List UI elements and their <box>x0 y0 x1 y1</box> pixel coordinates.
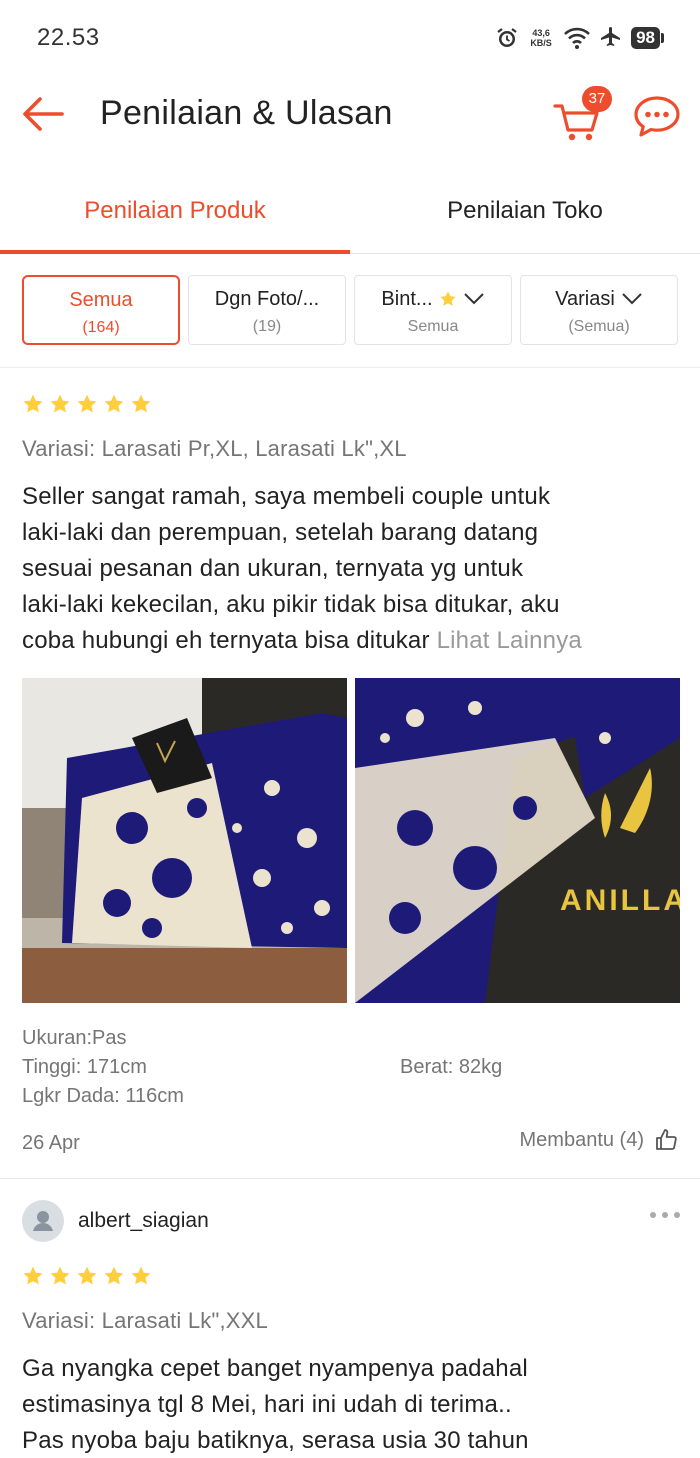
review-1-text-line: coba hubungi eh ternyata bisa ditukar <box>22 627 430 654</box>
review-1-text-line: Seller sangat ramah, saya membeli couple… <box>22 483 551 510</box>
star-icon <box>50 1266 70 1285</box>
chevron-down-icon <box>463 293 484 305</box>
net-speed: 43,6 KB/S <box>527 28 555 48</box>
star-icon <box>77 394 97 413</box>
filter-stars-label: Bint... <box>381 287 433 310</box>
review-1-text-line: laki-laki kekecilan, aku pikir tidak bis… <box>22 591 560 618</box>
review-1-chest: Lgkr Dada: 116cm <box>22 1085 184 1107</box>
batik-shirt-photo <box>22 678 347 1003</box>
tab-product-rating[interactable]: Penilaian Produk <box>0 168 350 254</box>
filter-with-photo-label: Dgn Foto/... <box>214 287 320 310</box>
review-1-photo-2[interactable]: ANILLA <box>355 678 680 1003</box>
star-icon <box>77 1266 97 1285</box>
cart-button[interactable]: 37 <box>552 86 612 146</box>
back-arrow-icon <box>23 97 64 131</box>
thumbs-up-icon <box>656 1129 677 1150</box>
review-2-variation: Variasi: Larasati Lk",XXL <box>22 1308 268 1333</box>
review-2-text-line: Pas nyoba baju batiknya, serasa usia 30 … <box>22 1427 529 1454</box>
filter-variation[interactable]: Variasi (Semua) <box>520 275 678 345</box>
review-2-text-line: estimasinya tgl 8 Mei, hari ini udah di … <box>22 1391 512 1418</box>
star-icon <box>439 291 456 306</box>
wifi-icon <box>563 26 591 50</box>
chat-icon <box>634 96 680 137</box>
net-speed-unit: KB/S <box>530 38 552 48</box>
review-1-text-line: sesuai pesanan dan ukuran, ternyata yg u… <box>22 555 524 582</box>
battery-indicator: 98 <box>631 27 664 49</box>
star-icon <box>23 394 43 413</box>
review-1-date: 26 Apr <box>22 1132 80 1154</box>
helpful-button[interactable]: Membantu (4) <box>520 1128 679 1152</box>
page-title: Penilaian & Ulasan <box>100 94 393 132</box>
batik-fabric-photo: ANILLA <box>355 678 680 1003</box>
review-2-text: Ga nyangka cepet banget nyampenya padaha… <box>22 1351 682 1458</box>
filter-with-photo-count: (19) <box>252 318 282 335</box>
more-icon <box>650 1212 680 1218</box>
back-button[interactable] <box>18 92 68 136</box>
star-icon <box>50 394 70 413</box>
filter-variation-value: (Semua) <box>568 318 630 335</box>
review-1-height: Tinggi: 171cm <box>22 1056 147 1078</box>
filter-stars[interactable]: Bint... Semua <box>354 275 512 345</box>
filter-all-count: (164) <box>82 319 120 336</box>
chat-button[interactable] <box>632 94 682 140</box>
review-1-photo-1[interactable] <box>22 678 347 1003</box>
tab-shop-rating[interactable]: Penilaian Toko <box>350 168 700 254</box>
rating-tabs: Penilaian Produk Penilaian Toko <box>0 168 700 254</box>
review-2-more-button[interactable] <box>648 1208 682 1222</box>
review-1-size-fit: Ukuran:Pas <box>22 1027 127 1049</box>
filter-variation-label: Variasi <box>555 287 615 310</box>
review-2-text-line: Ga nyangka cepet banget nyampenya padaha… <box>22 1355 528 1382</box>
star-icon <box>23 1266 43 1285</box>
see-more-link[interactable]: Lihat Lainnya <box>437 627 582 654</box>
review-1-text-line: laki-laki dan perempuan, setelah barang … <box>22 519 539 546</box>
filter-all[interactable]: Semua (164) <box>22 275 180 345</box>
filter-stars-value: Semua <box>407 318 459 335</box>
filter-bar: Semua (164) Dgn Foto/... (19) Bint... Se… <box>0 254 700 368</box>
review-1-variation: Variasi: Larasati Pr,XL, Larasati Lk",XL <box>22 436 407 461</box>
review-1-stars <box>22 393 152 415</box>
status-bar: 22.53 43,6 KB/S 98 <box>0 0 700 76</box>
review-1-weight: Berat: 82kg <box>400 1056 503 1078</box>
star-icon <box>131 1266 151 1285</box>
star-icon <box>104 1266 124 1285</box>
avatar[interactable] <box>22 1200 64 1242</box>
alarm-icon <box>495 26 519 50</box>
status-icons: 43,6 KB/S 98 <box>495 24 664 52</box>
app-header: Penilaian & Ulasan 37 <box>0 76 700 156</box>
review-2-username[interactable]: albert_siagian <box>78 1209 209 1233</box>
battery-tip <box>661 33 664 43</box>
airplane-icon <box>599 26 623 50</box>
review-2-stars <box>22 1265 152 1287</box>
battery-level: 98 <box>631 27 660 49</box>
star-icon <box>131 394 151 413</box>
review-divider <box>0 1178 700 1179</box>
filter-with-photo[interactable]: Dgn Foto/... (19) <box>188 275 346 345</box>
review-1-text: Seller sangat ramah, saya membeli couple… <box>22 479 682 659</box>
chevron-down-icon <box>622 293 642 305</box>
net-speed-value: 43,6 <box>532 28 550 38</box>
helpful-label: Membantu (4) <box>519 1128 645 1151</box>
filter-all-label: Semua <box>69 288 133 311</box>
star-icon <box>104 394 124 413</box>
photo-brand-text: ANILLA <box>560 884 680 917</box>
cart-badge: 37 <box>582 86 612 112</box>
user-icon <box>33 1211 53 1231</box>
status-time: 22.53 <box>37 24 100 51</box>
